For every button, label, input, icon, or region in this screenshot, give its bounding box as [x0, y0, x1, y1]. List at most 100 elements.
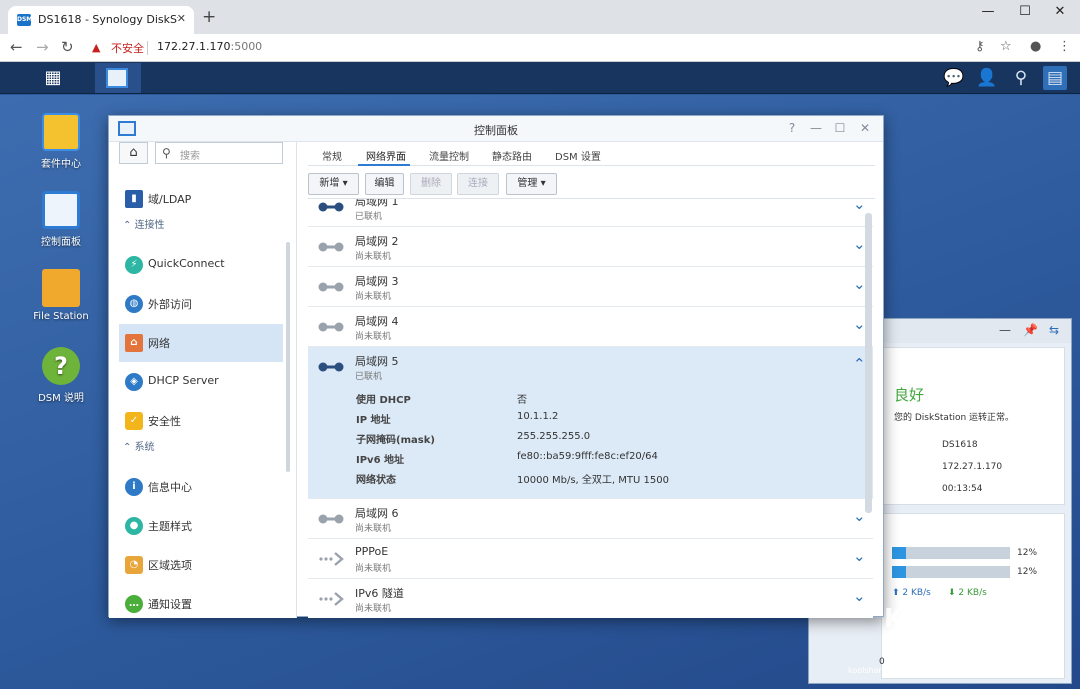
interface-name: 局域网 5 — [355, 355, 399, 368]
tab-dsm-settings[interactable]: DSM 设置 — [555, 148, 601, 163]
chevron-down-icon[interactable]: ⌄ — [853, 276, 866, 292]
user-icon[interactable]: 👤 — [975, 66, 999, 90]
sidebar-item-label: 外部访问 — [148, 298, 192, 311]
group-connectivity[interactable]: ⌃ 连接性 — [123, 216, 165, 231]
list-item-lan6[interactable]: 局域网 6 尚未联机 ⌄ — [308, 499, 873, 539]
forward-icon[interactable]: → — [36, 39, 49, 55]
insecure-label[interactable]: 不安全 — [111, 40, 144, 56]
close-icon[interactable]: ✕ — [857, 121, 873, 135]
message-icon[interactable]: 💬 — [942, 66, 966, 90]
list-item-lan1[interactable]: 局域网 1 已联机 ⌄ — [308, 199, 873, 227]
sidebar-item-theme[interactable]: ● 主题样式 — [119, 507, 283, 545]
minimize-icon[interactable]: — — [999, 323, 1011, 337]
download-value: 2 KB/s — [958, 588, 987, 598]
list-item-lan2[interactable]: 局域网 2 尚未联机 ⌄ — [308, 227, 873, 267]
delete-button[interactable]: 删除 — [410, 173, 452, 195]
chevron-up-icon[interactable]: ⌃ — [853, 356, 866, 372]
palette-icon: ● — [125, 517, 143, 535]
taskbar-control-panel-button[interactable] — [95, 63, 141, 93]
interface-status: 尚未联机 — [355, 332, 392, 342]
list-scrollbar[interactable] — [865, 213, 872, 513]
widgets-icon[interactable]: ▤ — [1043, 66, 1067, 90]
reload-icon[interactable]: ↻ — [61, 39, 74, 55]
maximize-window-icon[interactable]: ☐ — [1015, 4, 1035, 19]
browser-tab[interactable]: DSM DS1618 - Synology DiskStation ✕ — [8, 6, 194, 34]
list-item-pppoe[interactable]: PPPoE 尚未联机 ⌄ — [308, 539, 873, 579]
desktop-icon-package-center[interactable]: 套件中心 — [16, 113, 106, 170]
main-menu-icon[interactable]: ▦ — [38, 65, 68, 91]
tab-static-route[interactable]: 静态路由 — [492, 148, 532, 163]
interface-name: 局域网 4 — [355, 315, 399, 328]
control-panel-icon — [42, 191, 80, 229]
interface-name: 局域网 3 — [355, 275, 399, 288]
sidebar-item-network[interactable]: ⌂ 网络 — [119, 324, 283, 362]
tab-general[interactable]: 常规 — [322, 148, 342, 163]
chevron-down-icon[interactable]: ⌄ — [853, 548, 866, 564]
chevron-down-icon[interactable]: ⌄ — [853, 316, 866, 332]
desktop-icon-dsm-help[interactable]: ? DSM 说明 — [16, 347, 106, 404]
quickconnect-icon: ⚡ — [125, 256, 143, 274]
sidebar-item-info-center[interactable]: i 信息中心 — [119, 468, 283, 506]
group-system[interactable]: ⌃ 系统 — [123, 438, 155, 453]
list-item-lan3[interactable]: 局域网 3 尚未联机 ⌄ — [308, 267, 873, 307]
sidebar-list: ▮ 域/LDAP ⌃ 连接性 ⚡ QuickConnect ◍ 外部访问 ⌂ 网… — [109, 170, 297, 618]
dsm-taskbar: ▦ 💬 👤 ⚲ ▤ — [0, 62, 1080, 94]
watermark-brand: KoolShare — [884, 604, 1043, 634]
connect-button[interactable]: 连接 — [457, 173, 499, 195]
star-icon[interactable]: ☆ — [1000, 39, 1012, 54]
sidebar-scrollbar[interactable] — [286, 242, 290, 472]
group-label: 系统 — [134, 442, 155, 453]
profile-icon[interactable]: ● — [1030, 39, 1041, 54]
chevron-down-icon[interactable]: ⌄ — [853, 588, 866, 604]
dhcp-icon: ◈ — [125, 373, 143, 391]
close-tab-icon[interactable]: ✕ — [177, 12, 186, 25]
list-item-ipv6-tunnel[interactable]: IPv6 隧道 尚未联机 ⌄ — [308, 579, 873, 618]
create-button[interactable]: 新增 ▾ — [308, 173, 359, 195]
server-ip: 172.27.1.170 — [942, 462, 1003, 472]
sidebar-item-security[interactable]: ✓ 安全性 — [119, 402, 283, 440]
edit-button[interactable]: 编辑 — [365, 173, 404, 195]
sidebar-item-dhcp-server[interactable]: ◈ DHCP Server — [119, 363, 283, 401]
menu-icon[interactable]: ⋮ — [1058, 39, 1071, 54]
search-input[interactable]: ⚲ 搜索 — [155, 142, 283, 164]
new-tab-button[interactable]: + — [202, 8, 216, 26]
minimize-window-icon[interactable]: — — [978, 4, 998, 19]
minimize-icon[interactable]: — — [808, 121, 824, 135]
search-icon[interactable]: ⚲ — [1009, 66, 1033, 90]
sidebar-item-regional-options[interactable]: ◔ 区域选项 — [119, 546, 283, 584]
sidebar-item-label: 安全性 — [148, 415, 181, 428]
sidebar-item-label: 通知设置 — [148, 598, 192, 611]
tab-network-interface[interactable]: 网络界面 — [366, 148, 406, 163]
close-window-icon[interactable]: ✕ — [1050, 4, 1070, 19]
desktop-icon-control-panel[interactable]: 控制面板 — [16, 191, 106, 248]
chevron-down-icon[interactable]: ⌄ — [853, 236, 866, 252]
window-titlebar[interactable]: 控制面板 ? — ☐ ✕ — [109, 116, 883, 142]
home-button[interactable]: ⌂ — [119, 142, 148, 164]
interface-name: IPv6 隧道 — [355, 587, 404, 600]
warning-icon[interactable]: ▲ — [92, 41, 100, 54]
sidebar-item-notification[interactable]: … 通知设置 — [119, 585, 283, 618]
pin-icon[interactable]: 📌 — [1023, 323, 1038, 337]
manage-button[interactable]: 管理 ▾ — [506, 173, 557, 195]
sidebar-item-quickconnect[interactable]: ⚡ QuickConnect — [119, 246, 283, 284]
desktop-icon-label: File Station — [33, 311, 89, 322]
help-icon[interactable]: ? — [784, 121, 800, 135]
url-field[interactable]: 172.27.1.170:5000 — [157, 40, 262, 53]
widget-settings-icon[interactable]: ⇆ — [1049, 323, 1059, 337]
list-item-lan5[interactable]: 局域网 5 已联机 ⌃ 使用 DHCP 否 IP 地址 10.1.1.2 子网掩… — [308, 347, 873, 499]
list-item-lan4[interactable]: 局域网 4 尚未联机 ⌄ — [308, 307, 873, 347]
sidebar-item-external-access[interactable]: ◍ 外部访问 — [119, 285, 283, 323]
dsm-favicon-icon: DSM — [17, 14, 32, 26]
connected-icon — [318, 202, 344, 212]
desktop-icon-file-station[interactable]: File Station — [16, 269, 106, 322]
maximize-icon[interactable]: ☐ — [832, 121, 848, 135]
back-icon[interactable]: ← — [10, 39, 23, 55]
chevron-down-icon[interactable]: ⌄ — [853, 199, 866, 212]
interface-status: 尚未联机 — [355, 252, 392, 262]
detail-key: IP 地址 — [356, 415, 391, 426]
key-icon[interactable]: ⚷ — [975, 39, 985, 54]
group-label: 连接性 — [134, 220, 165, 231]
chevron-down-icon[interactable]: ⌄ — [853, 508, 866, 524]
tab-traffic-control[interactable]: 流量控制 — [429, 148, 469, 163]
sidebar-item-ldap[interactable]: ▮ 域/LDAP — [119, 180, 283, 218]
